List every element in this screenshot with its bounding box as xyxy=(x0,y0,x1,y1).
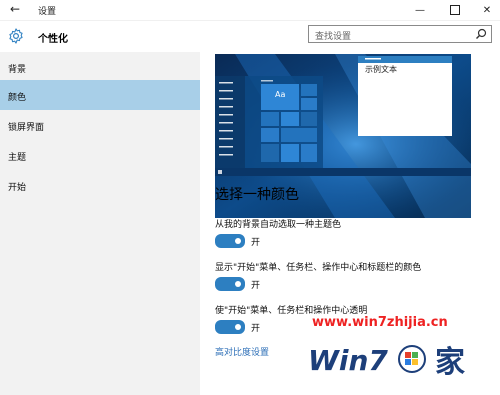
auto-accent-state: 开 xyxy=(251,238,261,248)
watermark-url: www.win7zhijia.cn xyxy=(312,315,448,330)
search-placeholder: 查找设置 xyxy=(315,32,352,42)
gear-icon xyxy=(9,28,23,44)
sidebar-item-start[interactable]: 开始 xyxy=(0,170,200,200)
close-button[interactable]: ✕ xyxy=(472,0,500,20)
sidebar-item-label: 主题 xyxy=(8,153,27,163)
back-arrow-icon[interactable]: ← xyxy=(10,2,20,16)
sidebar-item-label: 背景 xyxy=(8,65,27,75)
maximize-icon xyxy=(450,5,460,15)
transparency-state: 开 xyxy=(251,324,261,334)
minimize-icon: — xyxy=(415,4,425,16)
show-color-toggle[interactable] xyxy=(215,277,245,291)
maximize-button[interactable] xyxy=(440,0,470,20)
preview-sample-text: 示例文本 xyxy=(365,65,397,74)
show-color-state: 开 xyxy=(251,281,261,291)
auto-accent-label: 从我的背景自动选取一种主题色 xyxy=(215,220,342,230)
toggle-knob xyxy=(235,238,241,244)
toggle-knob xyxy=(235,324,241,330)
toggle-knob xyxy=(235,281,241,287)
transparency-toggle[interactable] xyxy=(215,320,245,334)
sidebar-item-lock-screen[interactable]: 锁屏界面 xyxy=(0,110,200,140)
minimize-button[interactable]: — xyxy=(405,0,435,20)
watermark-logo: Win7 家 xyxy=(308,344,465,380)
title-bar: ← 设置 — ✕ xyxy=(0,0,500,21)
svg-text:Win7: Win7 xyxy=(308,344,388,377)
sidebar-item-colors[interactable]: 颜色 xyxy=(0,80,200,110)
sidebar-item-label: 颜色 xyxy=(8,93,27,103)
sidebar-item-label: 锁屏界面 xyxy=(8,123,45,133)
search-icon[interactable] xyxy=(475,28,487,40)
svg-text:家: 家 xyxy=(435,345,465,380)
page-title: 个性化 xyxy=(38,34,68,45)
sidebar-item-label: 开始 xyxy=(8,183,27,193)
show-color-label: 显示"开始"菜单、任务栏、操作中心和标题栏的颜色 xyxy=(215,263,422,273)
auto-accent-toggle[interactable] xyxy=(215,234,245,248)
search-input[interactable]: 查找设置 xyxy=(308,25,492,43)
section-heading: 选择一种颜色 xyxy=(215,187,299,203)
close-icon: ✕ xyxy=(482,4,492,16)
preview-tile-text: Aa xyxy=(275,90,286,99)
sidebar-item-background[interactable]: 背景 xyxy=(0,52,200,82)
high-contrast-link[interactable]: 高对比度设置 xyxy=(215,345,269,358)
sidebar-item-themes[interactable]: 主题 xyxy=(0,140,200,170)
window-title: 设置 xyxy=(38,7,57,17)
sidebar: 背景 颜色 锁屏界面 主题 开始 xyxy=(0,52,200,395)
